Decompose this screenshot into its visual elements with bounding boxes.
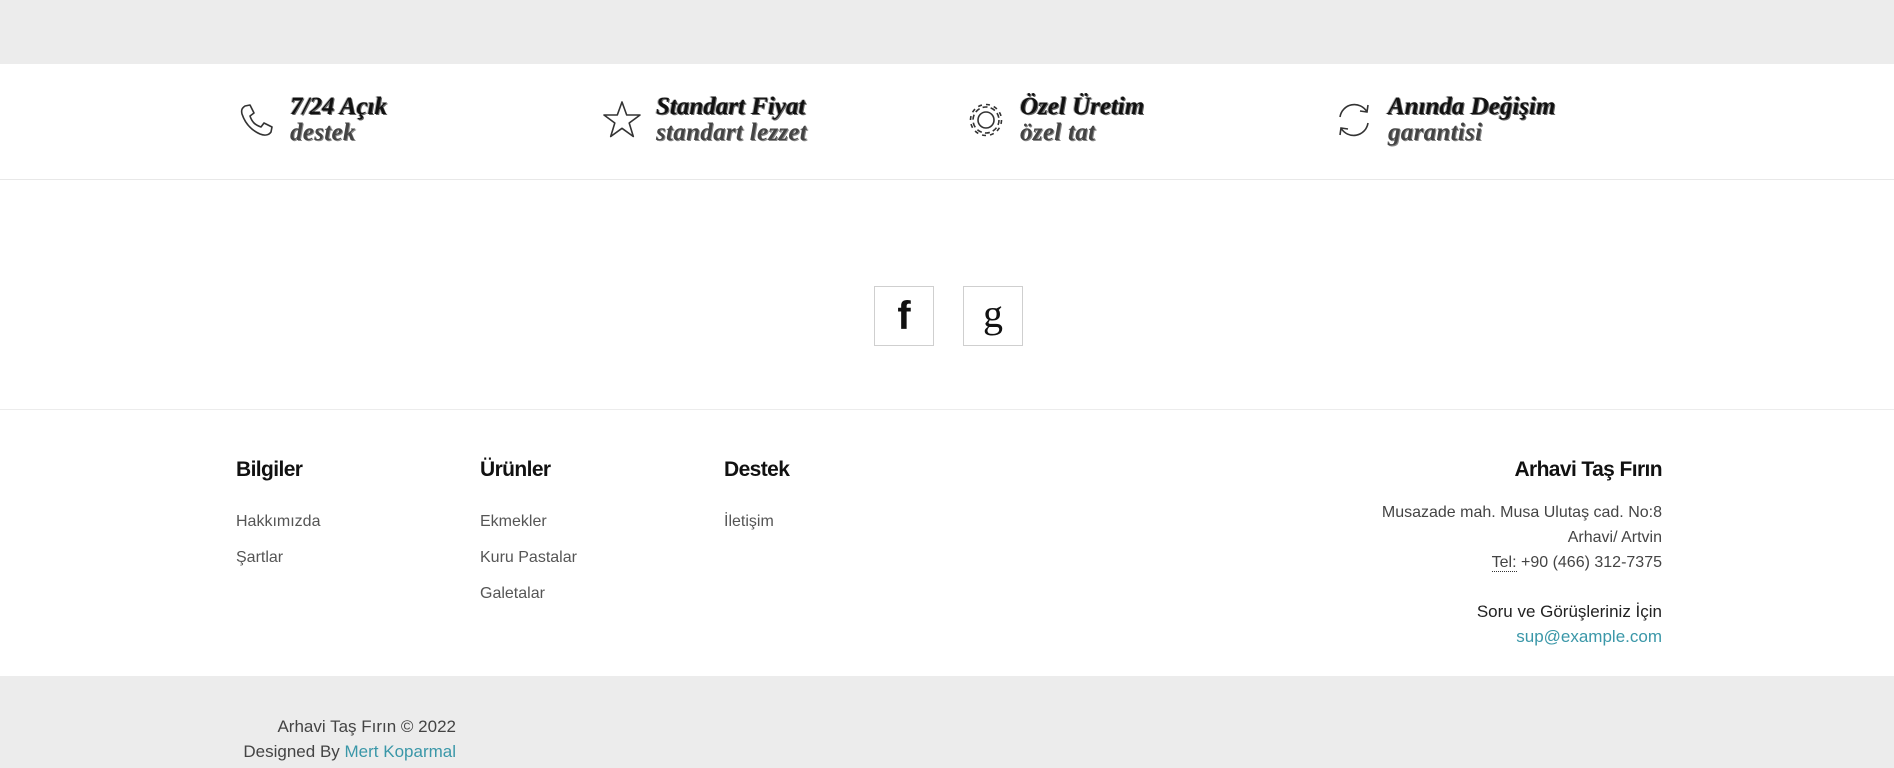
designed-by-line: Designed By Mert Koparmal [243,739,456,764]
footer-heading: Ürünler [480,458,551,481]
feature-title: 7/24 Açık [290,93,387,120]
copyright-block: Arhavi Taş Fırın © 2022 Designed By Mert… [243,714,456,764]
tel-label: Tel: [1491,554,1517,572]
phone-line: Tel: +90 (466) 312-7375 [1382,550,1662,575]
copyright-text: Arhavi Taş Fırın © 2022 [277,717,456,736]
feature-exchange: Anında Değişim garantisi [1334,94,1555,146]
footer-col-destek: Destek İletişim [724,458,790,540]
top-strip [0,0,1894,64]
google-icon: g [983,290,1003,336]
feature-title: Anında Değişim [1388,93,1556,120]
footer: Bilgiler Hakkımızda Şartlar Ürünler Ekme… [0,410,1894,676]
footer-link-iletisim[interactable]: İletişim [724,504,789,540]
facebook-button[interactable]: f [874,286,934,346]
star-icon [603,101,641,138]
footer-link-galetalar[interactable]: Galetalar [480,576,577,612]
social-links: f g [0,180,1894,410]
feature-price: Standart Fiyat standart lezzet [602,94,807,146]
feature-production: Özel Üretim özel tat [966,94,1144,146]
address-line-2: Arhavi/ Artvin [1567,529,1662,546]
footer-link-ekmekler[interactable]: Ekmekler [480,504,577,540]
facebook-icon: f [897,293,911,338]
refresh-icon [1339,103,1369,137]
footer-link-sartlar[interactable]: Şartlar [236,540,320,576]
contact-heading: Arhavi Taş Fırın [1514,458,1662,481]
gear-icon [969,103,1003,137]
footer-col-urunler: Ürünler Ekmekler Kuru Pastalar Galetalar [480,458,577,612]
designer-link[interactable]: Mert Koparmal [345,742,456,761]
email-link[interactable]: sup@example.com [1382,624,1662,649]
features-bar: 7/24 Açık destek Standart Fiyat standart… [0,64,1894,180]
address-line-1: Musazade mah. Musa Ulutaş cad. No:8 [1381,504,1662,521]
footer-contact: Arhavi Taş Fırın Musazade mah. Musa Ulut… [1381,458,1663,649]
feature-title: Standart Fiyat [656,93,806,120]
footer-link-kuru-pastalar[interactable]: Kuru Pastalar [480,540,577,576]
google-plus-button[interactable]: g [963,286,1023,346]
feature-support: 7/24 Açık destek [236,94,387,146]
footer-link-hakkimizda[interactable]: Hakkımızda [236,504,320,540]
footer-heading: Bilgiler [236,458,303,481]
feature-subtitle: standart lezzet [656,119,808,146]
designed-by-label: Designed By [243,742,340,761]
feature-subtitle: garantisi [1388,119,1483,146]
footer-col-bilgiler: Bilgiler Hakkımızda Şartlar [236,458,320,576]
feature-subtitle: destek [290,119,356,146]
feature-subtitle: özel tat [1020,119,1096,146]
contact-question: Soru ve Görüşleriniz İçin [1476,602,1662,621]
copyright-bar: Arhavi Taş Fırın © 2022 Designed By Mert… [0,676,1894,768]
footer-heading: Destek [724,458,790,481]
feature-title: Özel Üretim [1020,93,1145,120]
phone-icon [240,104,273,136]
tel-value: +90 (466) 312-7375 [1516,554,1662,571]
